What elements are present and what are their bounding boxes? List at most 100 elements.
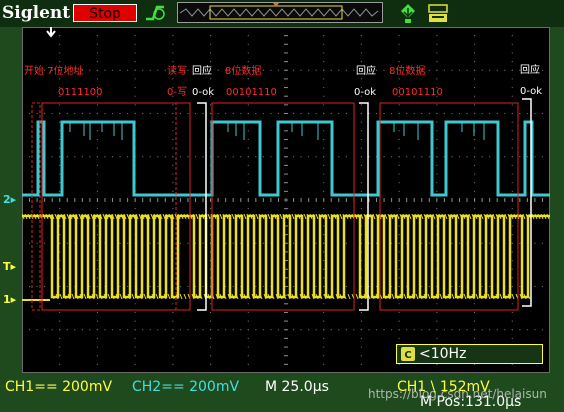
sda-noise	[403, 293, 407, 300]
usb-icon	[396, 2, 420, 24]
sda-noise	[408, 213, 412, 220]
scl-trace	[22, 120, 550, 197]
sda-noise	[54, 213, 58, 220]
sda-noise	[522, 213, 526, 220]
sda-noise	[347, 293, 351, 300]
memory-waveform-preview	[179, 0, 379, 20]
sda-noise	[107, 293, 111, 300]
frequency-readout: C <10Hz	[396, 344, 543, 364]
sda-noise	[499, 293, 503, 300]
sda-noise	[439, 293, 443, 300]
sda-noise	[255, 213, 259, 220]
annotation-ack2-label: 回应	[356, 66, 376, 77]
sda-noise	[119, 293, 123, 300]
frequency-value: <10Hz	[419, 346, 467, 362]
sda-noise	[396, 213, 400, 220]
sda-noise	[451, 293, 455, 300]
sda-noise	[126, 213, 130, 220]
sda-noise	[420, 213, 424, 220]
sda-noise	[59, 293, 63, 300]
annotation-ack1-value: 0-ok	[192, 87, 215, 98]
trigger-level-marker[interactable]: T▸	[3, 260, 16, 273]
sda-noise	[456, 213, 460, 220]
annotation-address-bits: 0111100	[58, 87, 103, 98]
annotation-ack3-value: 0-ok	[520, 86, 543, 97]
sda-noise	[463, 293, 467, 300]
annotation-data1-bits: 00101110	[226, 87, 277, 98]
sda-noise	[114, 213, 118, 220]
sda-noise	[219, 213, 223, 220]
counter-icon: C	[401, 347, 415, 361]
sda-noise	[66, 213, 70, 220]
annotation-rw-value: 0-写	[167, 87, 187, 98]
sda-noise	[150, 213, 154, 220]
sda-noise	[360, 213, 364, 220]
sda-noise	[167, 293, 171, 300]
annotation-data2-label: 8位数据	[389, 66, 426, 77]
svg-text:C: C	[404, 350, 411, 361]
sda-noise	[391, 293, 395, 300]
sda-noise	[83, 293, 87, 300]
sda-noise	[71, 293, 75, 300]
sda-noise	[468, 213, 472, 220]
sda-noise	[444, 213, 448, 220]
sda-noise	[78, 213, 82, 220]
sda-noise	[487, 293, 491, 300]
sda-noise	[384, 213, 388, 220]
oscilloscope-screen: Siglent Stop 开始 7位地址 0111100 读写 0-写 回应 0…	[0, 0, 564, 412]
sda-noise	[243, 213, 247, 220]
watermark-text: https://blog.csdn.net/helaisun	[368, 387, 547, 401]
annotation-ack2-value: 0-ok	[354, 87, 377, 98]
sda-noise	[432, 213, 436, 220]
sda-noise	[511, 293, 515, 300]
waveform-canvas	[21, 26, 551, 374]
trigger-position-icon	[46, 27, 56, 38]
sda-noise	[327, 213, 331, 220]
trigger-edge-icon	[144, 3, 166, 23]
annotation-start-address: 开始 7位地址	[24, 66, 84, 77]
sda-noise	[291, 213, 295, 220]
sda-noise	[207, 213, 211, 220]
annotation-data1-label: 8位数据	[225, 66, 262, 77]
sda-noise	[303, 213, 307, 220]
annotation-data2-bits: 00101110	[392, 87, 443, 98]
ch1-level-marker[interactable]: 1▸	[3, 293, 16, 306]
ch2-level-marker[interactable]: 2▸	[3, 193, 16, 206]
brand-logo: Siglent	[2, 3, 71, 23]
memory-depth-bar	[177, 0, 383, 23]
sda-noise	[339, 213, 343, 220]
sda-noise	[492, 213, 496, 220]
sda-noise	[143, 293, 147, 300]
ch1-scale[interactable]: CH1== 200mV	[5, 379, 112, 395]
ch2-scale[interactable]: CH2== 200mV	[132, 379, 239, 395]
waveform-grid: 开始 7位地址 0111100 读写 0-写 回应 0-ok 8位数据 0010…	[21, 26, 551, 374]
sda-noise	[372, 213, 376, 220]
sda-noise	[480, 213, 484, 220]
ack-bracket	[197, 102, 207, 311]
sda-noise	[475, 293, 479, 300]
sda-noise	[138, 213, 142, 220]
sda-noise	[355, 293, 359, 300]
sda-noise	[162, 213, 166, 220]
sda-noise	[267, 213, 271, 220]
sda-noise	[131, 293, 135, 300]
sda-noise	[183, 293, 187, 300]
sda-noise	[179, 293, 183, 300]
sda-noise	[504, 213, 508, 220]
sda-noise	[415, 293, 419, 300]
printer-icon	[426, 2, 450, 24]
sda-noise	[231, 213, 235, 220]
sda-noise	[90, 213, 94, 220]
sda-noise	[279, 213, 283, 220]
sda-noise	[195, 213, 199, 220]
run-stop-button[interactable]: Stop	[73, 4, 137, 22]
annotation-rw-label: 读写	[167, 66, 187, 77]
sda-noise	[427, 293, 431, 300]
annotation-ack3-label: 回应	[520, 65, 540, 76]
sda-noise	[315, 213, 319, 220]
sda-trace	[22, 214, 550, 299]
timebase-value[interactable]: M 25.0μs	[265, 379, 329, 395]
top-bar: Siglent Stop	[0, 0, 564, 27]
sda-noise	[102, 213, 106, 220]
annotation-ack1-label: 回应	[192, 66, 212, 77]
